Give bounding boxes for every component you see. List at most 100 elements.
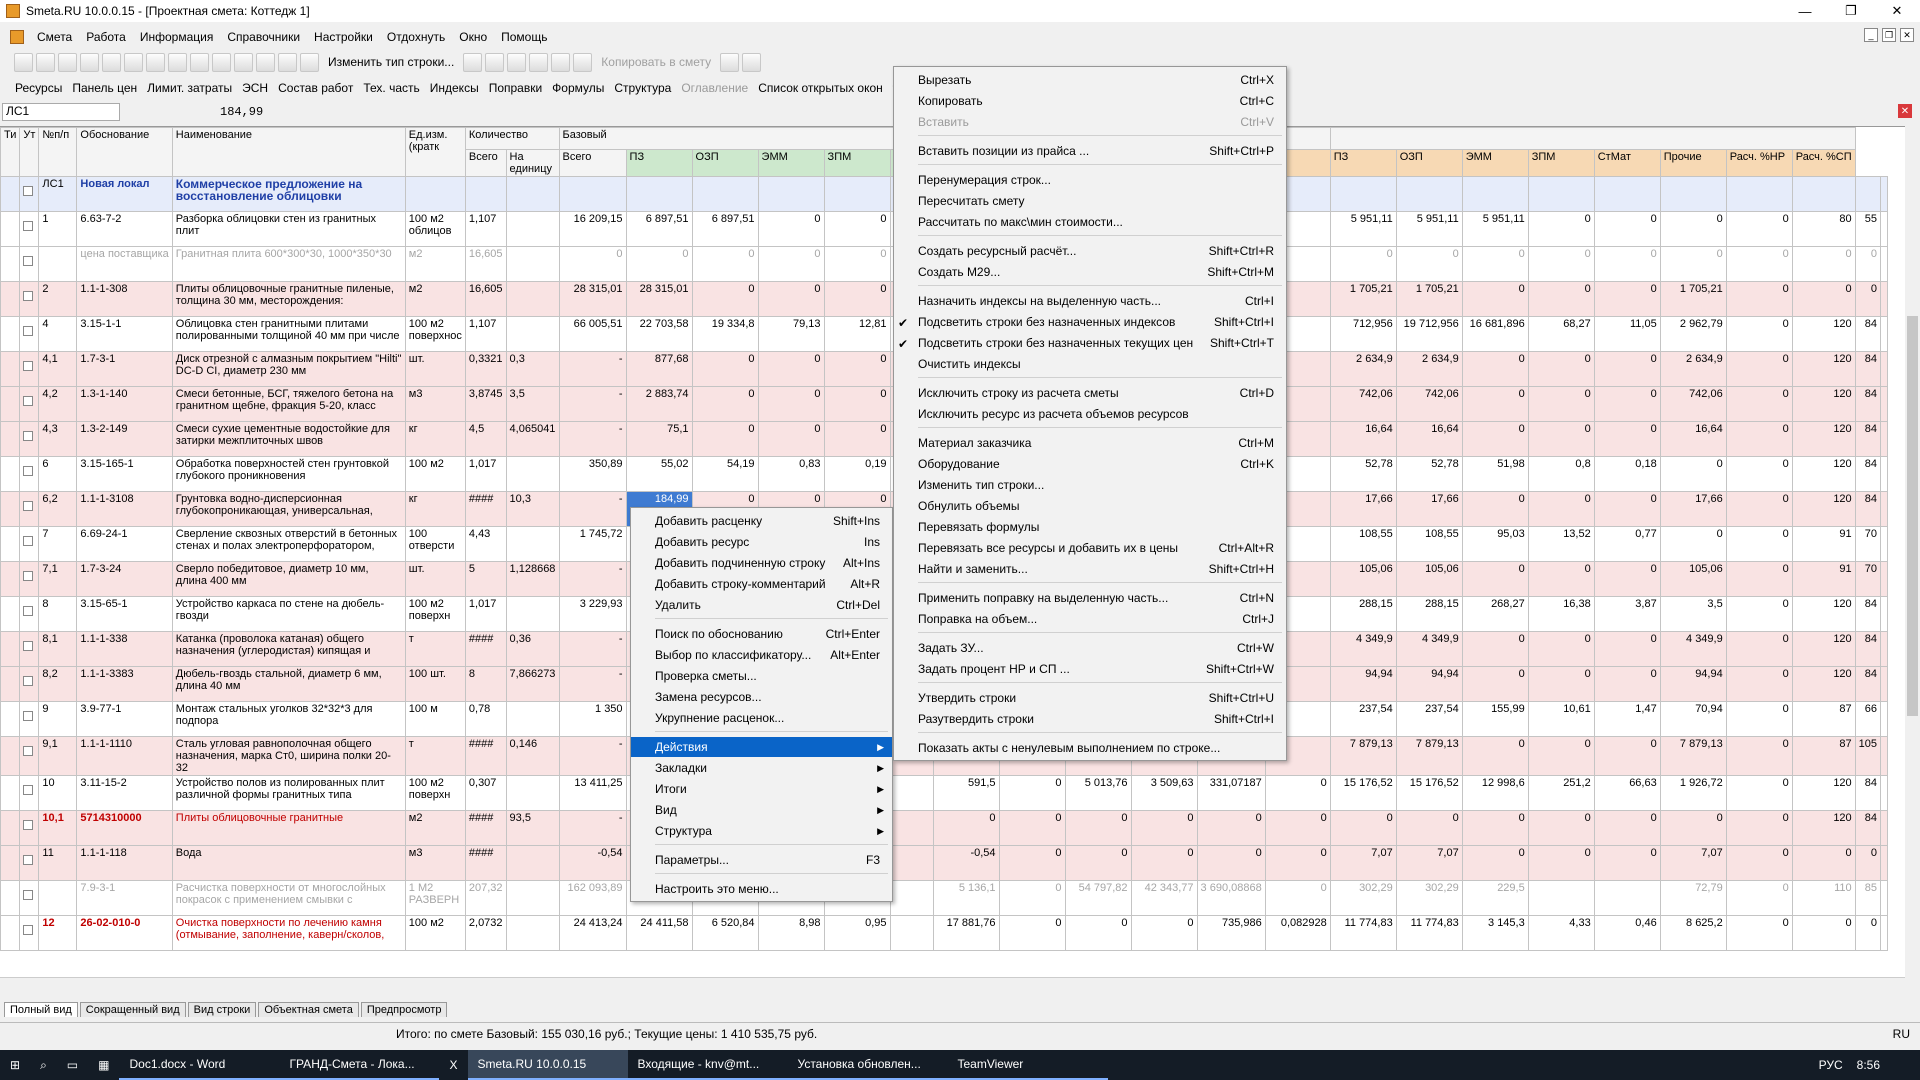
section-resources[interactable]: Ресурсы (10, 81, 67, 95)
cell-basis[interactable]: 6.63-7-2 (76, 211, 173, 247)
toolbar-undo-icon[interactable] (168, 52, 187, 72)
section-esn[interactable]: ЭСН (237, 81, 273, 95)
cell-current-0[interactable]: 105,06 (1329, 561, 1397, 597)
cell-name[interactable]: Сверло победитовое, диаметр 10 мм, длина… (171, 561, 406, 597)
actions-submenu-item[interactable]: Изменить тип строки... (894, 475, 1286, 495)
cell-qty[interactable]: 1,017 (464, 596, 507, 632)
cell-qty[interactable] (464, 176, 507, 212)
cell-unit[interactable]: кг (404, 491, 466, 527)
cell-name[interactable]: Обработка поверхностей стен грунтовкой г… (171, 456, 406, 492)
cell-total[interactable]: - (558, 491, 627, 527)
cell-current-1[interactable]: 17,66 (1395, 491, 1463, 527)
row-checkbox[interactable] (19, 491, 40, 527)
cell-current-5[interactable]: 16,64 (1659, 421, 1727, 457)
cell-basis[interactable]: 1.3-2-149 (76, 421, 173, 457)
cell-current-2[interactable]: 0 (1461, 246, 1529, 282)
toolbar-print-icon[interactable] (485, 52, 505, 72)
cell-current-0[interactable]: 16,64 (1329, 421, 1397, 457)
context-menu-item[interactable]: Удалить Ctrl+Del (631, 595, 892, 615)
cell-current-8[interactable]: 55 (1854, 211, 1882, 247)
cell-current-9[interactable] (1880, 351, 1889, 387)
cell-current-2[interactable]: 12 998,6 (1461, 775, 1529, 811)
cell-type-icon[interactable] (0, 211, 21, 247)
cell-type-icon[interactable] (0, 246, 21, 282)
section-works[interactable]: Состав работ (273, 81, 358, 95)
toolbar-save-icon[interactable] (124, 52, 143, 72)
cell-current-1[interactable]: 4 349,9 (1395, 631, 1463, 667)
cell-current-5[interactable]: 105,06 (1659, 561, 1727, 597)
menu-help[interactable]: Помощь (494, 30, 554, 44)
cell-current-9[interactable] (1880, 386, 1889, 422)
header-base[interactable]: Базовый (558, 127, 934, 150)
cell-current-0[interactable]: 237,54 (1329, 701, 1397, 737)
cell-current-6[interactable]: 0 (1725, 845, 1793, 881)
cell-name[interactable]: Грунтовка водно-дисперсионная глубокопро… (171, 491, 406, 527)
toolbar-refresh-icon[interactable] (146, 52, 165, 72)
cell-current-5[interactable]: 2 962,79 (1659, 316, 1727, 352)
cell-current-4[interactable]: 0 (1593, 810, 1661, 846)
cell-current-2[interactable]: 155,99 (1461, 701, 1529, 737)
cell-qty[interactable]: 207,32 (464, 880, 507, 916)
row-checkbox[interactable] (19, 386, 40, 422)
cell-unit[interactable]: 100 отверсти (404, 526, 466, 562)
horizontal-scrollbar[interactable] (0, 977, 1905, 991)
cell-current-3[interactable]: 0 (1527, 351, 1595, 387)
cell-basis[interactable]: 1.3-1-140 (76, 386, 173, 422)
cell-mid[interactable]: 0 (1064, 915, 1132, 951)
cell-unit[interactable]: м3 (404, 845, 466, 881)
cell-current-6[interactable]: 0 (1725, 246, 1793, 282)
tab-row-view[interactable]: Вид строки (187, 1002, 257, 1017)
cell-total[interactable]: 66 005,51 (558, 316, 627, 352)
cell-current-5[interactable]: 7 879,13 (1659, 736, 1727, 776)
cell-current-5[interactable]: 0 (1659, 810, 1727, 846)
cell-emm[interactable]: 8,98 (757, 915, 825, 951)
header-sp[interactable]: Расч. %СП (1791, 149, 1856, 177)
cell-qty-per[interactable] (505, 845, 560, 881)
cell-type-icon[interactable] (0, 386, 21, 422)
maximize-button[interactable]: ❐ (1828, 0, 1874, 22)
calculator-icon[interactable]: ▦ (88, 1050, 119, 1080)
header-pz2[interactable]: ПЗ (1329, 149, 1397, 177)
cell-current-3[interactable]: 0 (1527, 246, 1595, 282)
cell-emm[interactable] (757, 176, 825, 212)
cell-current-3[interactable]: 0 (1527, 666, 1595, 702)
cell-current-2[interactable]: 0 (1461, 666, 1529, 702)
cell-ozp[interactable]: 6 897,51 (691, 211, 759, 247)
cell-name[interactable]: Устройство полов из полированных плит ра… (171, 775, 406, 811)
cell-number[interactable]: 4,3 (38, 421, 78, 457)
cell-current-4[interactable]: 0 (1593, 736, 1661, 776)
cell-number[interactable]: 1 (38, 211, 78, 247)
cell-unit[interactable]: 100 м2 поверхн (404, 596, 466, 632)
cell-current-3[interactable]: 0 (1527, 845, 1595, 881)
cell-mid[interactable]: 0 (932, 810, 1000, 846)
cell-current-6[interactable]: 0 (1725, 915, 1793, 951)
cell-qty-per[interactable]: 3,5 (505, 386, 560, 422)
cell-current-7[interactable]: 87 (1791, 701, 1856, 737)
cell-current-8[interactable]: 84 (1854, 631, 1882, 667)
cell-qty[interactable]: 0,78 (464, 701, 507, 737)
cell-unit[interactable]: шт. (404, 351, 466, 387)
cell-current-5[interactable]: 1 926,72 (1659, 775, 1727, 811)
cell-current-8[interactable] (1854, 176, 1882, 212)
cell-total[interactable]: 350,89 (558, 456, 627, 492)
actions-submenu-item[interactable]: Вставить Ctrl+V (894, 112, 1286, 132)
cell-sm[interactable] (889, 775, 934, 811)
header-qty-total[interactable]: Всего (464, 149, 507, 177)
cell-current-9[interactable] (1880, 176, 1889, 212)
actions-submenu-item[interactable]: Перенумерация строк... (894, 170, 1286, 190)
cell-current-9[interactable] (1880, 526, 1889, 562)
cell-qty[interactable]: 1,017 (464, 456, 507, 492)
cell-qty[interactable]: #### (464, 631, 507, 667)
cell-current-5[interactable]: 94,94 (1659, 666, 1727, 702)
cell-current-3[interactable]: 0 (1527, 810, 1595, 846)
cell-qty-per[interactable] (505, 281, 560, 317)
cell-mid[interactable]: 0 (998, 775, 1066, 811)
cell-basis[interactable]: 1.7-3-1 (76, 351, 173, 387)
row-checkbox[interactable] (19, 736, 40, 776)
cell-number[interactable]: 2 (38, 281, 78, 317)
cell-mid[interactable]: 17 881,76 (932, 915, 1000, 951)
cell-basis[interactable]: 7.9-3-1 (76, 880, 173, 916)
menu-info[interactable]: Информация (133, 30, 220, 44)
cell-name[interactable]: Монтаж стальных уголков 32*32*3 для подп… (171, 701, 406, 737)
cell-qty-per[interactable] (505, 701, 560, 737)
